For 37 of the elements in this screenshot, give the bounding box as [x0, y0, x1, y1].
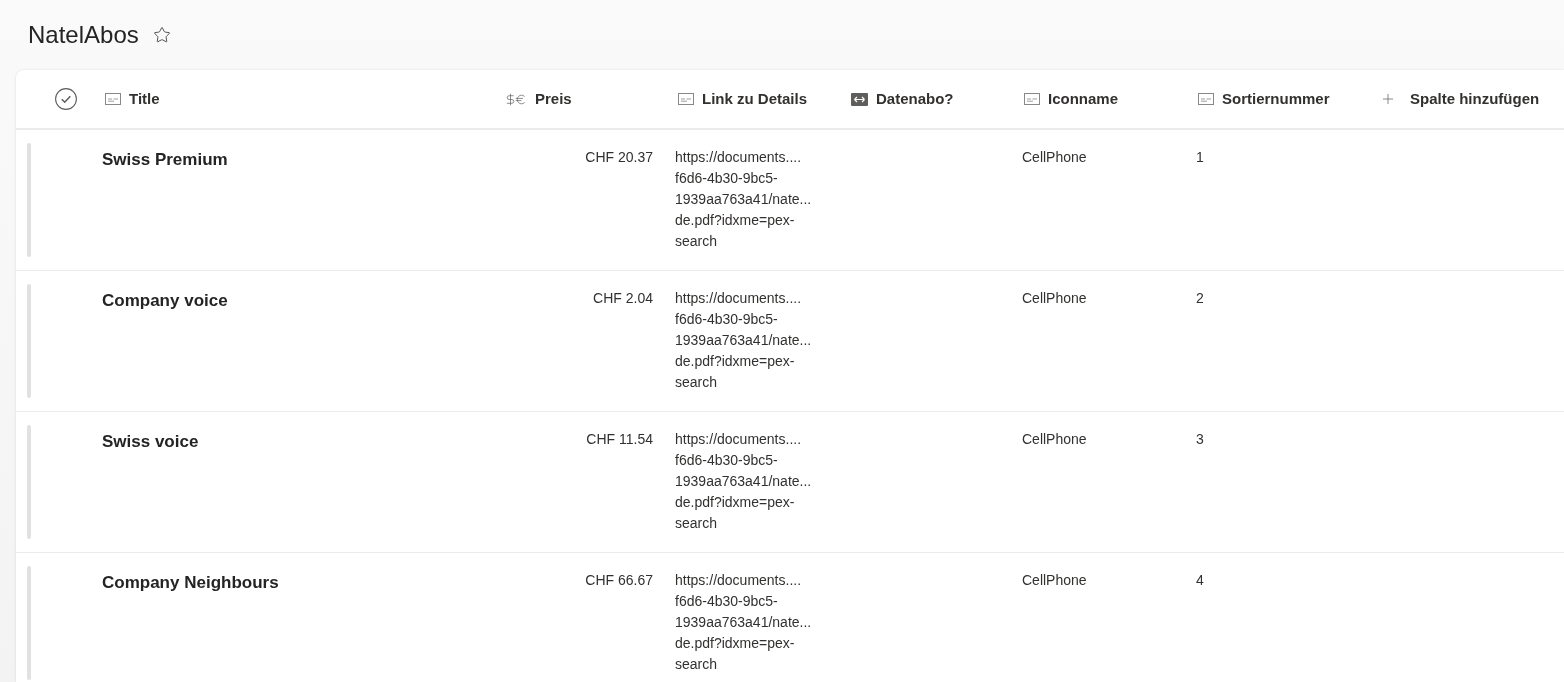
column-header[interactable]: Preis	[504, 89, 572, 109]
currency-icon	[504, 92, 527, 106]
page-title: NatelAbos	[28, 20, 139, 50]
star-icon[interactable]	[152, 26, 171, 44]
swap-arrows-icon	[851, 92, 868, 106]
check-circle-icon[interactable]	[55, 88, 77, 110]
table-cell-text: https://documents.... f6d6-4b30-9bc5- 1939aa763a41/nate... de.pdf?idxme=pex- search	[675, 289, 812, 392]
table-cell: CellPhone	[1022, 431, 1087, 447]
column-header[interactable]: Datenabo?	[851, 89, 954, 109]
text-field-icon	[105, 93, 121, 105]
row-title[interactable]: Swiss voice	[102, 432, 199, 451]
plus-icon	[1380, 91, 1396, 107]
table-cell: 1	[1196, 149, 1204, 165]
text-field-icon	[1024, 93, 1040, 105]
column-header[interactable]: Title	[105, 89, 160, 109]
table-cell-text: https://documents.... f6d6-4b30-9bc5- 1939aa763a41/nate... de.pdf?idxme=pex- search	[675, 148, 812, 251]
table-cell: 3	[1196, 431, 1204, 447]
table-cell-text: https://documents.... f6d6-4b30-9bc5- 1939aa763a41/nate... de.pdf?idxme=pex- search	[675, 430, 812, 533]
table-cell-text: https://documents.... f6d6-4b30-9bc5- 1939aa763a41/nate... de.pdf?idxme=pex- search	[675, 571, 812, 674]
table-cell: CellPhone	[1022, 290, 1087, 306]
table-cell: CHF 20.37	[585, 149, 653, 165]
table-cell: CellPhone	[1022, 572, 1087, 588]
table-cell: CHF 66.67	[585, 572, 653, 588]
row-title[interactable]: Swiss Premium	[102, 150, 228, 169]
table-cell: 2	[1196, 290, 1204, 306]
table-cell: CHF 11.54	[586, 431, 653, 447]
table-cell: CellPhone	[1022, 149, 1087, 165]
table-cell: 4	[1196, 572, 1204, 588]
table-cell: CHF 2.04	[593, 290, 653, 306]
row-title[interactable]: Company Neighbours	[102, 573, 279, 592]
text-field-icon	[678, 93, 694, 105]
text-field-icon	[1198, 93, 1214, 105]
add-column-button[interactable]: Spalte hinzufügen	[1380, 89, 1540, 109]
row-title[interactable]: Company voice	[102, 291, 228, 310]
column-header[interactable]: Link zu Details	[678, 89, 808, 109]
column-header[interactable]: Iconname	[1024, 89, 1119, 109]
column-header[interactable]: Sortiernummer	[1198, 89, 1330, 109]
